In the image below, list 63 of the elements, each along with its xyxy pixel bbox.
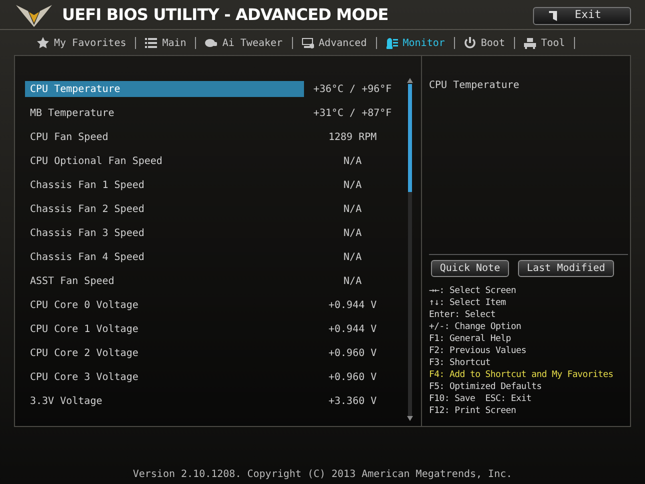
key-hint: F10: Save ESC: Exit <box>429 393 532 405</box>
setting-value: +0.960 V <box>327 346 378 360</box>
setting-value: +36°C / +96°F <box>312 82 393 96</box>
key-hint: F2: Previous Values <box>429 345 528 357</box>
setting-value: N/A <box>342 226 363 240</box>
door-icon <box>548 10 557 20</box>
setting-value: +0.944 V <box>327 322 378 336</box>
scroll-down-icon[interactable] <box>407 416 413 421</box>
copyright-text: Version 2.10.1208. Copyright (C) 2013 American Megatrends, Inc. <box>132 468 514 482</box>
setting-value: N/A <box>342 250 363 264</box>
setting-value: N/A <box>342 202 363 216</box>
setting-label[interactable]: CPU Core 0 Voltage <box>25 297 304 313</box>
key-hint: Enter: Select <box>429 309 497 321</box>
setting-label[interactable]: CPU Core 2 Voltage <box>25 345 304 361</box>
setting-value: +0.960 V <box>327 370 378 384</box>
tab[interactable]: Monitor <box>384 36 447 50</box>
quick-note-button[interactable]: Quick Note <box>431 260 509 277</box>
setting-label[interactable]: 3.3V Voltage <box>25 393 304 409</box>
key-hint: →←: Select Screen <box>429 285 518 297</box>
last-modified-button[interactable]: Last Modified <box>518 260 614 277</box>
setting-value: N/A <box>342 154 363 168</box>
help-description: CPU Temperature <box>429 79 520 93</box>
exit-button[interactable]: Exit <box>533 6 631 24</box>
key-hint: F3: Shortcut <box>429 357 492 369</box>
window-title: UEFI BIOS UTILITY - ADVANCED MODE <box>62 4 388 26</box>
scroll-up-icon[interactable] <box>407 78 413 83</box>
scrollbar[interactable] <box>408 84 412 416</box>
star-icon <box>37 37 49 49</box>
tab[interactable]: Ai Tweaker <box>203 36 285 50</box>
setting-label[interactable]: Chassis Fan 3 Speed <box>25 225 304 241</box>
setting-label[interactable]: CPU Core 3 Voltage <box>25 369 304 385</box>
setting-label[interactable]: CPU Core 1 Voltage <box>25 321 304 337</box>
setting-value: +31°C / +87°F <box>312 106 393 120</box>
setting-value: N/A <box>342 178 363 192</box>
setting-value: N/A <box>342 274 363 288</box>
setting-label[interactable]: CPU Optional Fan Speed <box>25 153 304 169</box>
setting-value: +0.944 V <box>327 298 378 312</box>
tab[interactable]: Tool <box>522 36 568 50</box>
setting-label[interactable]: Chassis Fan 4 Speed <box>25 249 304 265</box>
setting-value: 1289 RPM <box>327 130 378 144</box>
setting-label[interactable]: Chassis Fan 1 Speed <box>25 177 304 193</box>
logo-icon <box>14 2 54 26</box>
key-hint: +/-: Change Option <box>429 321 522 333</box>
tab[interactable]: Boot <box>462 36 507 50</box>
tab[interactable]: Main <box>143 36 188 50</box>
setting-label[interactable]: CPU Fan Speed <box>25 129 304 145</box>
setting-label[interactable]: MB Temperature <box>25 105 304 121</box>
power-icon <box>464 37 476 49</box>
thermometer-icon <box>386 37 398 49</box>
list-icon <box>145 37 158 49</box>
key-hint: F4: Add to Shortcut and My Favorites <box>429 369 614 381</box>
tab[interactable]: Advanced <box>300 36 369 50</box>
key-hint: ↑↓: Select Item <box>429 297 507 309</box>
setting-label[interactable]: Chassis Fan 2 Speed <box>25 201 304 217</box>
toolbox-icon <box>524 37 536 49</box>
monitor-icon <box>302 37 314 49</box>
setting-label[interactable]: ASST Fan Speed <box>25 273 304 289</box>
key-hint: F5: Optimized Defaults <box>429 381 543 393</box>
tab[interactable]: My Favorites <box>35 36 128 50</box>
key-hint: F1: General Help <box>429 333 512 345</box>
setting-value: +3.360 V <box>327 394 378 408</box>
setting-label[interactable]: CPU Temperature <box>25 81 304 97</box>
key-hint: F12: Print Screen <box>429 405 518 417</box>
